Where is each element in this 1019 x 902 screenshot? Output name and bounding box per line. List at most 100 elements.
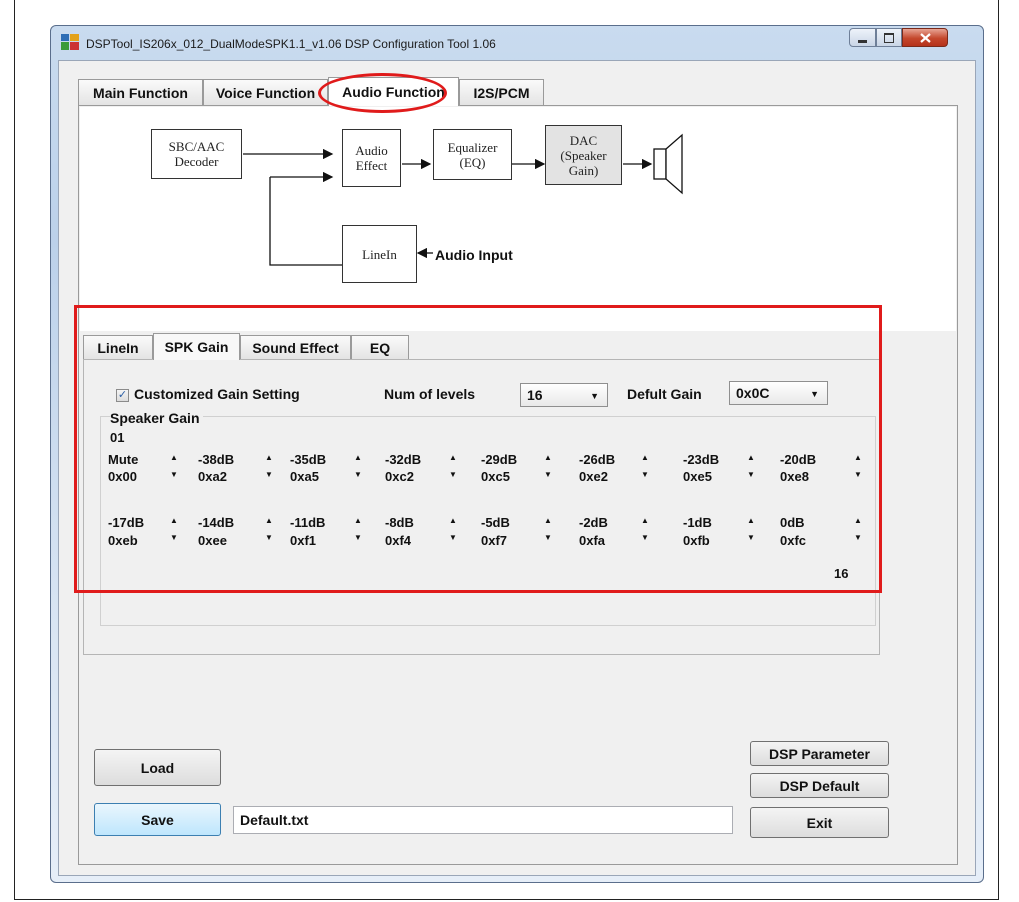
gain-level-db: -26dB: [579, 452, 616, 467]
gain-level-db: 0dB: [780, 515, 805, 530]
gain-level-spinner[interactable]: ▲ ▼: [543, 453, 553, 479]
gain-level-spinner[interactable]: ▲ ▼: [264, 453, 274, 479]
subtab-sound-effect[interactable]: Sound Effect: [240, 335, 351, 359]
gain-level-db: -23dB: [683, 452, 720, 467]
spin-down-icon[interactable]: ▼: [747, 533, 755, 542]
gain-level-spinner[interactable]: ▲ ▼: [746, 453, 756, 479]
gain-level-db: -17dB: [108, 515, 145, 530]
gain-level-hex: 0xe2: [579, 469, 608, 484]
spin-up-icon[interactable]: ▲: [747, 516, 755, 525]
gain-level-hex: 0xe8: [780, 469, 809, 484]
gain-level-spinner[interactable]: ▲ ▼: [543, 516, 553, 542]
spin-down-icon[interactable]: ▼: [747, 470, 755, 479]
gain-level-hex: 0xa2: [198, 469, 227, 484]
dac-block-label: DAC (Speaker Gain): [560, 132, 607, 178]
speaker-gain-group-label: Speaker Gain: [110, 410, 203, 426]
title-bar: DSPTool_IS206x_012_DualModeSPK1.1_v1.06 …: [51, 26, 983, 60]
spin-up-icon[interactable]: ▲: [747, 453, 755, 462]
num-levels-select[interactable]: 16 ▼: [520, 383, 608, 407]
filename-input[interactable]: [233, 806, 733, 834]
maximize-button[interactable]: [876, 28, 902, 47]
spin-down-icon[interactable]: ▼: [449, 533, 457, 542]
subtab-linein[interactable]: LineIn: [83, 335, 153, 359]
close-button[interactable]: [902, 28, 948, 47]
gain-level-db: -14dB: [198, 515, 235, 530]
gain-level-db: -29dB: [481, 452, 518, 467]
gain-level-spinner[interactable]: ▲ ▼: [640, 516, 650, 542]
app-icon: [61, 34, 79, 50]
spin-up-icon[interactable]: ▲: [265, 516, 273, 525]
gain-level-db: -20dB: [780, 452, 817, 467]
gain-level-spinner[interactable]: ▲ ▼: [169, 453, 179, 479]
spin-up-icon[interactable]: ▲: [354, 453, 362, 462]
load-button[interactable]: Load: [94, 749, 221, 786]
spin-up-icon[interactable]: ▲: [265, 453, 273, 462]
range-start-label: 01: [110, 430, 125, 445]
spin-up-icon[interactable]: ▲: [854, 516, 862, 525]
gain-level-hex: 0xee: [198, 533, 227, 548]
gain-level-spinner[interactable]: ▲ ▼: [169, 516, 179, 542]
tab-main-function[interactable]: Main Function: [78, 79, 203, 105]
subtab-label: Sound Effect: [252, 339, 339, 356]
spin-up-icon[interactable]: ▲: [170, 453, 178, 462]
spin-down-icon[interactable]: ▼: [544, 533, 552, 542]
default-gain-select[interactable]: 0x0C ▼: [729, 381, 828, 405]
gain-level-db: -11dB: [290, 515, 326, 530]
spin-up-icon[interactable]: ▲: [354, 516, 362, 525]
subtab-label: EQ: [369, 339, 391, 356]
gain-level-hex: 0xfa: [579, 533, 606, 548]
spin-down-icon[interactable]: ▼: [170, 470, 178, 479]
gain-level-spinner[interactable]: ▲ ▼: [353, 516, 363, 542]
spin-down-icon[interactable]: ▼: [354, 533, 362, 542]
gain-level-spinner[interactable]: ▲ ▼: [264, 516, 274, 542]
tab-voice-function[interactable]: Voice Function: [203, 79, 328, 105]
spin-down-icon[interactable]: ▼: [170, 533, 178, 542]
minimize-icon: [858, 39, 867, 43]
spin-down-icon[interactable]: ▼: [265, 533, 273, 542]
save-button-label: Save: [141, 811, 174, 828]
spin-down-icon[interactable]: ▼: [641, 533, 649, 542]
gain-level-spinner[interactable]: ▲ ▼: [448, 516, 458, 542]
spin-up-icon[interactable]: ▲: [449, 453, 457, 462]
spin-up-icon[interactable]: ▲: [641, 516, 649, 525]
spin-up-icon[interactable]: ▲: [854, 453, 862, 462]
save-button[interactable]: Save: [94, 803, 221, 836]
gain-level-spinner[interactable]: ▲ ▼: [448, 453, 458, 479]
gain-level-spinner[interactable]: ▲ ▼: [746, 516, 756, 542]
spin-up-icon[interactable]: ▲: [641, 453, 649, 462]
dsp-parameter-button[interactable]: DSP Parameter: [750, 741, 889, 766]
gain-level-spinner[interactable]: ▲ ▼: [853, 453, 863, 479]
spin-down-icon[interactable]: ▼: [854, 533, 862, 542]
spin-down-icon[interactable]: ▼: [449, 470, 457, 479]
spin-down-icon[interactable]: ▼: [544, 470, 552, 479]
linein-loop-line: [269, 177, 342, 266]
gain-level-spinner[interactable]: ▲ ▼: [353, 453, 363, 479]
gain-level-spinner[interactable]: ▲ ▼: [640, 453, 650, 479]
gain-level-db: -5dB: [481, 515, 510, 530]
dsp-default-button[interactable]: DSP Default: [750, 773, 889, 798]
equalizer-block-label: Equalizer (EQ): [447, 139, 498, 170]
gain-level-spinner[interactable]: ▲ ▼: [853, 516, 863, 542]
dsp-default-button-label: DSP Default: [779, 777, 860, 794]
exit-button[interactable]: Exit: [750, 807, 889, 838]
spin-up-icon[interactable]: ▲: [449, 516, 457, 525]
gain-level-hex: 0xc5: [481, 469, 510, 484]
tab-label: Voice Function: [215, 84, 316, 101]
spin-up-icon[interactable]: ▲: [544, 516, 552, 525]
spin-down-icon[interactable]: ▼: [641, 470, 649, 479]
spin-down-icon[interactable]: ▼: [854, 470, 862, 479]
spin-down-icon[interactable]: ▼: [354, 470, 362, 479]
exit-button-label: Exit: [806, 814, 833, 831]
customized-gain-checkbox[interactable]: ✓: [116, 389, 129, 402]
spin-up-icon[interactable]: ▲: [544, 453, 552, 462]
signal-flow-diagram: SBC/AAC Decoder Audio Effect Equalizer (…: [80, 107, 956, 331]
gain-level-hex: 0xf7: [481, 533, 508, 548]
spin-down-icon[interactable]: ▼: [265, 470, 273, 479]
subtab-eq[interactable]: EQ: [351, 335, 409, 359]
tab-i2s-pcm[interactable]: I2S/PCM: [459, 79, 544, 105]
subtab-spk-gain[interactable]: SPK Gain: [153, 333, 240, 360]
gain-level-db: -2dB: [579, 515, 608, 530]
spin-up-icon[interactable]: ▲: [170, 516, 178, 525]
minimize-button[interactable]: [849, 28, 876, 47]
default-gain-label: Defult Gain: [627, 386, 702, 402]
